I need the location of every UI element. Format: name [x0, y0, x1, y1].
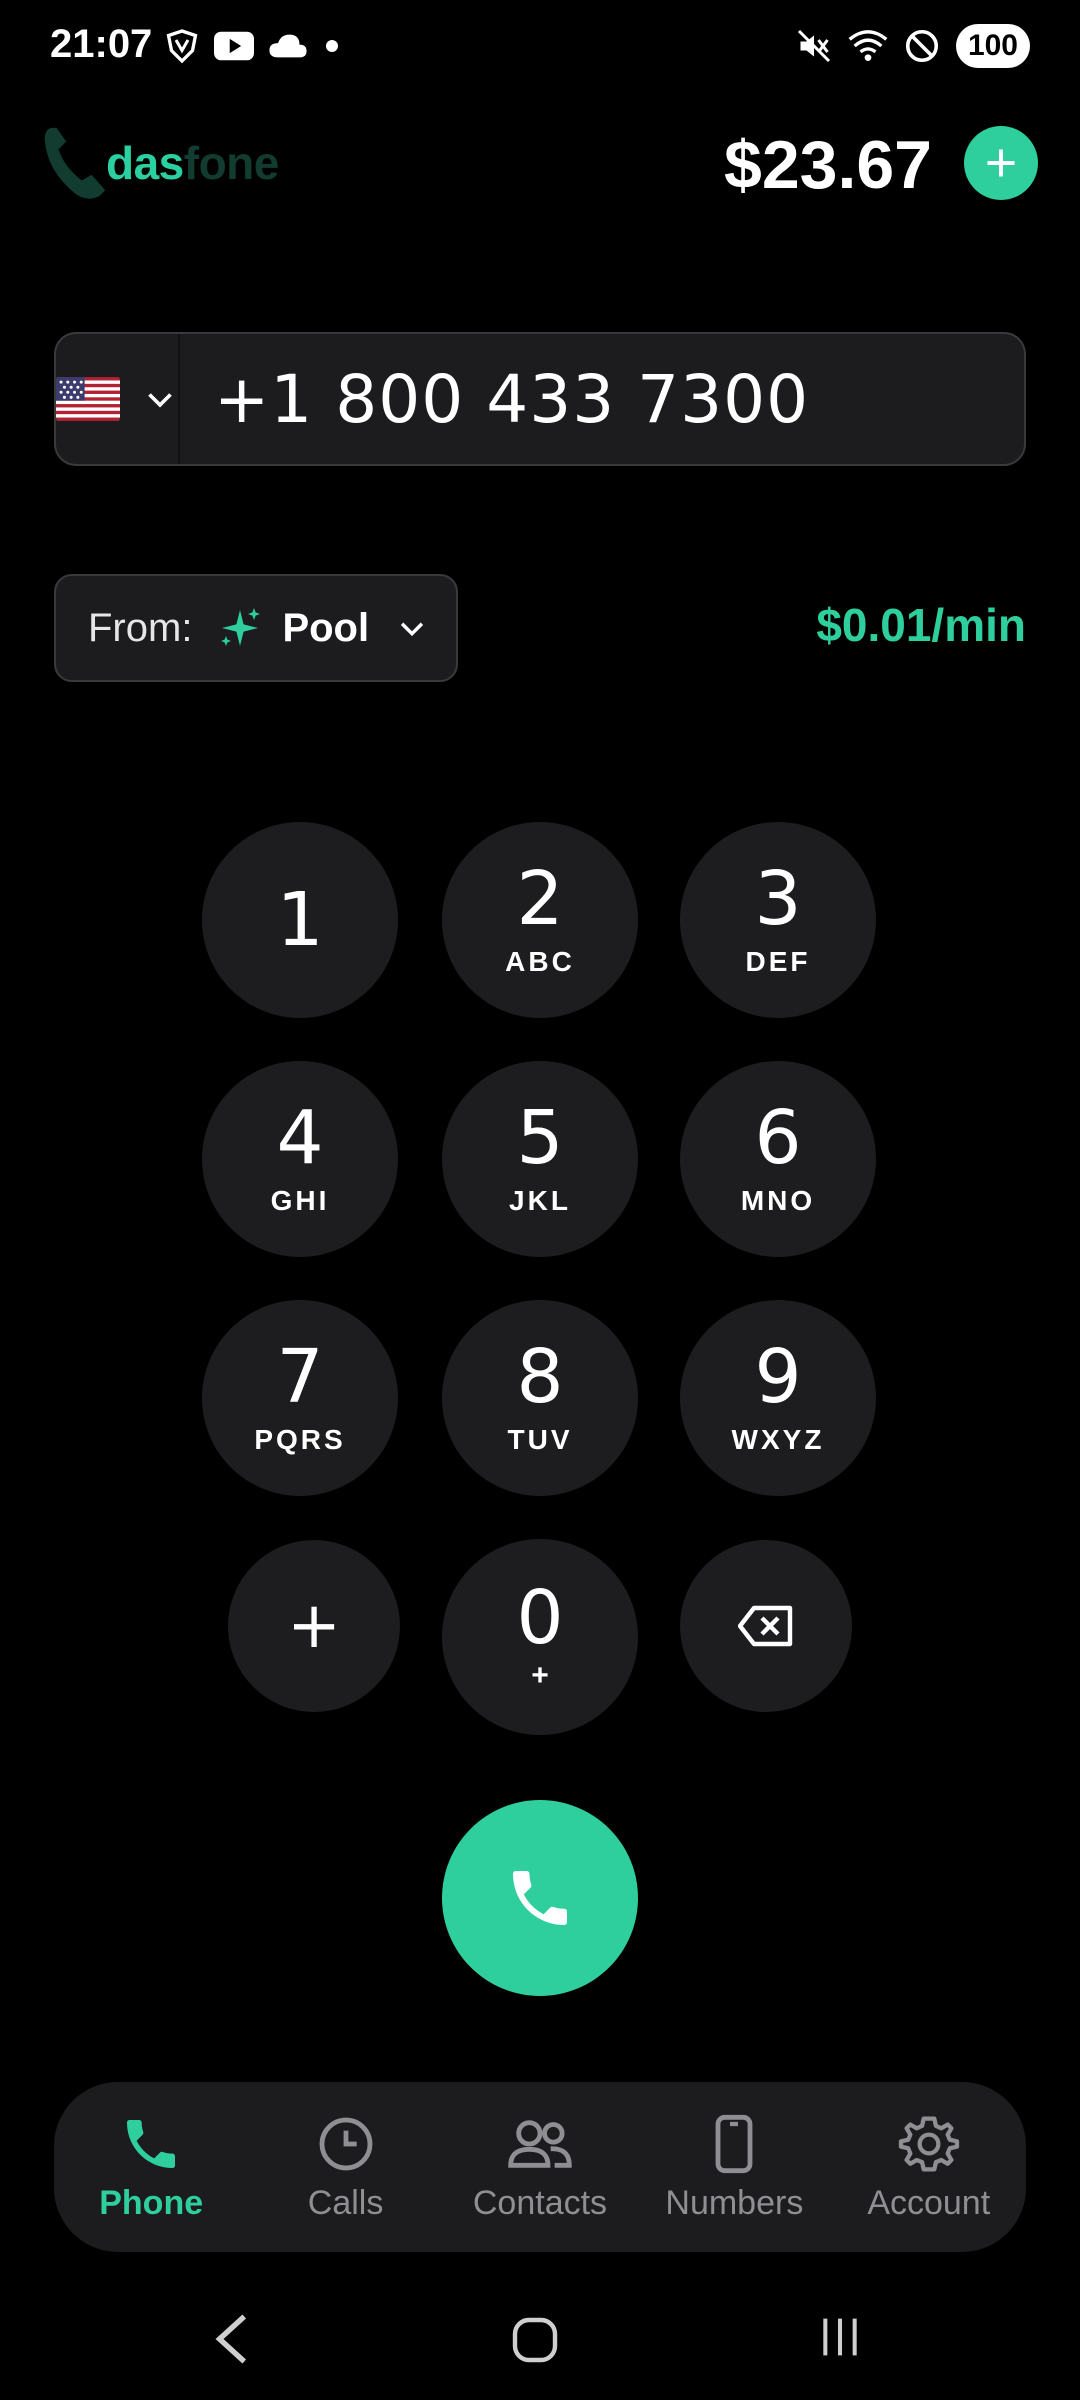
- phone-icon: [127, 2119, 176, 2168]
- key-letters: PQRS: [254, 1424, 346, 1455]
- nav-item-numbers[interactable]: Numbers: [639, 2112, 829, 2223]
- call-button[interactable]: [442, 1800, 638, 1996]
- phone-number-field: [54, 332, 1038, 466]
- nav-label: Account: [867, 2183, 991, 2222]
- key-2[interactable]: 2 ABC: [442, 822, 638, 1018]
- phone-icon: [513, 1871, 567, 1925]
- status-left-icons: [164, 28, 342, 64]
- key-digit: 8: [516, 1334, 564, 1420]
- nav-label: Numbers: [665, 2183, 804, 2222]
- key-7[interactable]: 7 PQRS: [202, 1300, 398, 1496]
- status-right-icons: 100: [796, 24, 1030, 68]
- key-plus[interactable]: +: [228, 1540, 400, 1712]
- youtube-icon: [214, 31, 254, 61]
- key-letters: WXYZ: [731, 1424, 825, 1455]
- key-digit: 3: [754, 856, 802, 942]
- battery-level: 100: [955, 24, 1030, 68]
- logo-text-fone: fone: [183, 137, 280, 189]
- home-icon: [512, 2317, 558, 2363]
- chevron-down-icon: [400, 622, 424, 637]
- key-letters: TUV: [507, 1424, 573, 1455]
- key-digit: 7: [276, 1334, 324, 1420]
- sparkle-icon: [221, 608, 261, 646]
- key-letters: MNO: [740, 1185, 816, 1216]
- recents-icon: [823, 2318, 857, 2356]
- people-icon: [508, 2119, 572, 2168]
- key-6[interactable]: 6 MNO: [680, 1061, 876, 1257]
- back-chevron-icon: [215, 2314, 247, 2364]
- key-digit: 9: [754, 1334, 802, 1420]
- vpn-shield-icon: [166, 29, 198, 64]
- cloud-icon: [269, 34, 307, 58]
- call-rate: $0.01/min: [816, 599, 1026, 651]
- logo-text-das: das: [106, 137, 184, 189]
- nav-item-phone[interactable]: Phone: [56, 2112, 246, 2223]
- key-letters: +: [531, 1659, 549, 1692]
- key-letters: GHI: [270, 1185, 330, 1216]
- from-value: Pool: [282, 605, 370, 650]
- key-digit: 6: [754, 1095, 802, 1181]
- bottom-navigation: Phone Calls Contacts Numbers Account: [54, 2082, 1026, 2252]
- backspace-icon: [738, 1605, 793, 1647]
- phone-number-input[interactable]: [180, 359, 1038, 439]
- system-back-button[interactable]: [210, 2312, 256, 2371]
- nav-item-calls[interactable]: Calls: [251, 2112, 441, 2223]
- key-digit: 0: [516, 1575, 564, 1661]
- key-digit: 2: [516, 856, 564, 942]
- key-1[interactable]: 1: [202, 822, 398, 1018]
- country-selector[interactable]: [56, 334, 180, 464]
- key-letters: JKL: [509, 1185, 571, 1216]
- gear-icon: [898, 2116, 959, 2171]
- key-9[interactable]: 9 WXYZ: [680, 1300, 876, 1496]
- nav-label: Contacts: [472, 2183, 608, 2222]
- key-5[interactable]: 5 JKL: [442, 1061, 638, 1257]
- dot-icon: [326, 40, 338, 52]
- caller-id-selector[interactable]: From: Pool: [54, 574, 458, 682]
- do-not-disturb-icon: [905, 29, 938, 63]
- key-digit: 5: [516, 1095, 564, 1181]
- system-home-button[interactable]: [510, 2316, 560, 2369]
- from-label: From:: [88, 605, 193, 650]
- mute-vibrate-icon: [797, 29, 830, 63]
- nav-item-account[interactable]: Account: [834, 2112, 1024, 2223]
- nav-label: Calls: [307, 2183, 384, 2222]
- clock-icon: [319, 2117, 372, 2170]
- system-recents-button[interactable]: [818, 2314, 862, 2365]
- status-time: 21:07: [50, 22, 153, 66]
- key-digit: 1: [276, 877, 324, 963]
- backspace-button[interactable]: [680, 1540, 852, 1712]
- plus-icon: [987, 149, 1015, 177]
- wifi-icon: [848, 30, 888, 61]
- key-8[interactable]: 8 TUV: [442, 1300, 638, 1496]
- key-4[interactable]: 4 GHI: [202, 1061, 398, 1257]
- logo-text: dasfone: [106, 136, 279, 190]
- key-3[interactable]: 3 DEF: [680, 822, 876, 1018]
- us-flag-icon: [56, 377, 120, 421]
- add-credit-button[interactable]: [964, 126, 1038, 200]
- nav-item-contacts[interactable]: Contacts: [445, 2112, 635, 2223]
- key-0[interactable]: 0 +: [442, 1539, 638, 1735]
- key-letters: ABC: [505, 946, 575, 977]
- chevron-down-icon: [148, 393, 172, 408]
- logo-phone-icon: [44, 127, 106, 199]
- key-digit: 4: [276, 1095, 324, 1181]
- account-balance: $23.67: [724, 127, 932, 203]
- dasfone-logo: dasfone: [40, 124, 279, 202]
- smartphone-icon: [715, 2114, 753, 2173]
- key-letters: DEF: [745, 946, 811, 977]
- nav-label: Phone: [99, 2183, 204, 2222]
- plus-label: +: [287, 1589, 341, 1663]
